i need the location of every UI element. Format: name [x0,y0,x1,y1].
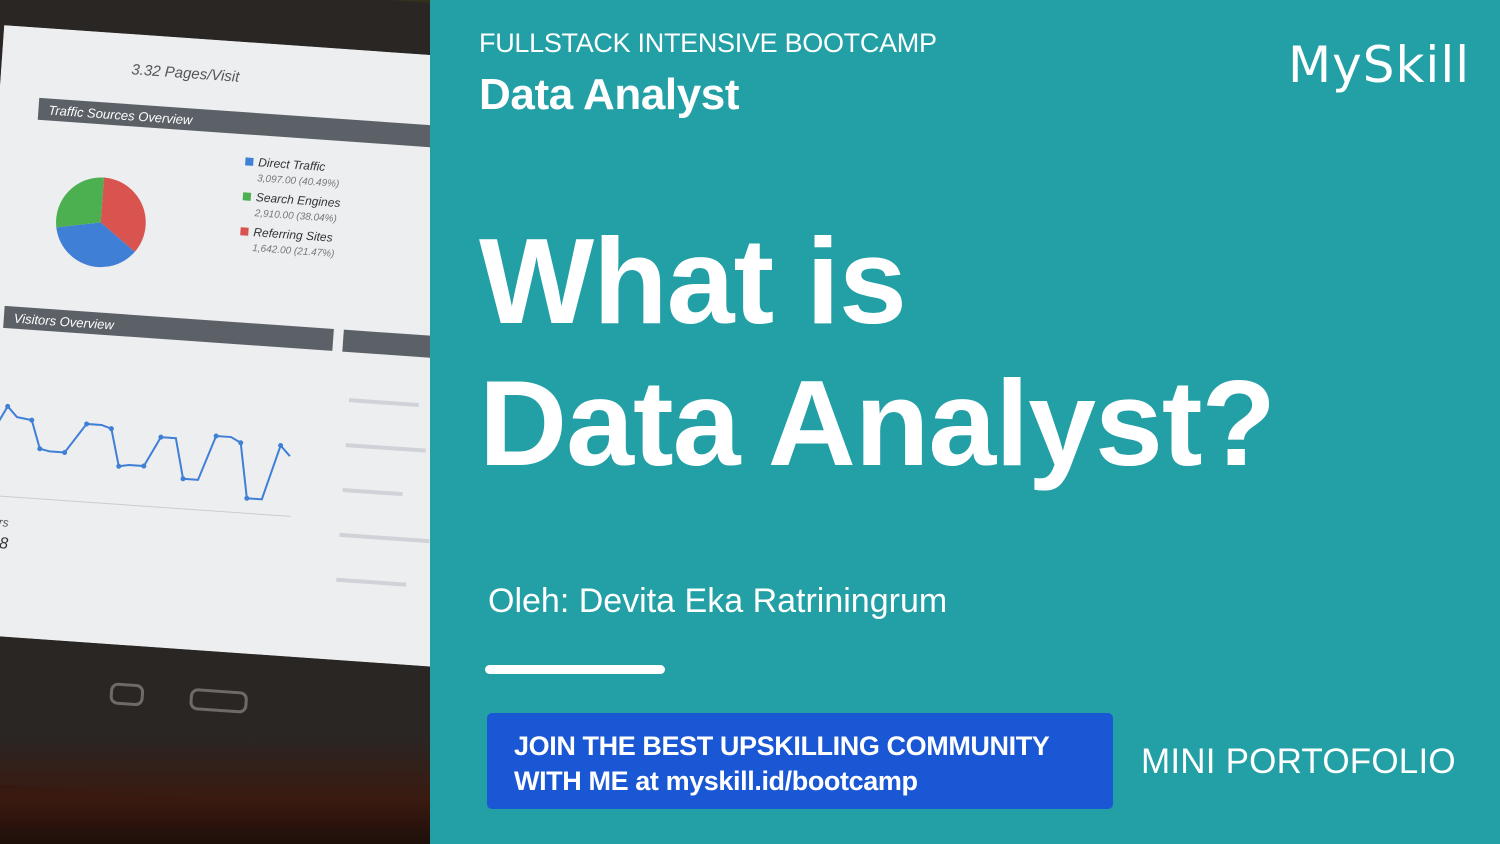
dashboard-graphic: 3.32 Pages/Visit Traffic Sources Overvie… [0,25,430,668]
divider-line [485,665,665,674]
tablet-screen: 3.32 Pages/Visit Traffic Sources Overvie… [0,25,430,668]
course-title: Data Analyst [479,70,740,119]
tablet-home-button [188,687,249,714]
main-headline: What is Data Analyst? [479,210,1276,494]
headline-line-1: What is [479,213,907,349]
bootcamp-cta-banner[interactable]: JOIN THE BEST UPSKILLING COMMUNITY WITH … [487,713,1113,809]
cta-line-1: JOIN THE BEST UPSKILLING COMMUNITY [514,731,1050,761]
headline-line-2: Data Analyst? [479,355,1276,491]
tablet-back-button [109,682,145,707]
visitors-value: 2,958 [0,533,9,553]
photo-shadow [0,734,430,844]
myskill-logo: MySkill [1288,36,1471,94]
bootcamp-label: FULLSTACK INTENSIVE BOOTCAMP [479,28,937,58]
mini-portfolio-tag: MINI PORTOFOLIO [1141,742,1456,781]
visitors-label: Visitors [0,513,9,530]
hero-photo: 3.32 Pages/Visit Traffic Sources Overvie… [0,0,430,844]
author-credit: Oleh: Devita Eka Ratriningrum [488,582,948,620]
tablet-device: 3.32 Pages/Visit Traffic Sources Overvie… [0,0,430,818]
cta-line-2: WITH ME at myskill.id/bootcamp [514,766,918,796]
